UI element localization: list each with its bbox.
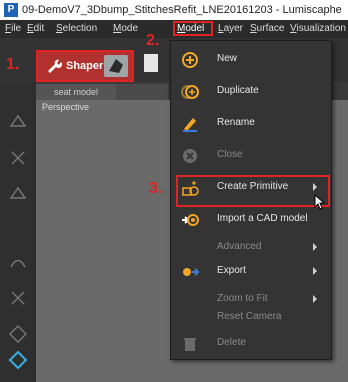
app-logo-icon: P <box>4 3 18 17</box>
viewport-label: Perspective <box>42 102 90 112</box>
menu-mode[interactable]: Mode <box>113 23 138 34</box>
menu-item-reset-camera[interactable]: Reset Camera <box>171 305 331 329</box>
tool-6-icon[interactable] <box>8 324 28 344</box>
cube-button[interactable] <box>104 55 128 77</box>
page-icon[interactable] <box>144 54 158 72</box>
menu-item-duplicate[interactable]: Duplicate <box>171 79 331 103</box>
tool-5-icon[interactable] <box>8 288 28 308</box>
shaper-button[interactable]: Shaper <box>36 50 134 82</box>
step-3-label: 3. <box>149 180 163 197</box>
close-circle-icon <box>183 149 197 163</box>
step-2-label: 2. <box>146 32 160 49</box>
export-icon <box>183 268 199 276</box>
menu-item-export[interactable]: Export <box>171 259 331 283</box>
menu-item-import-cad[interactable]: Import a CAD model <box>171 207 331 231</box>
left-toolbar <box>0 82 36 382</box>
menu-layer[interactable]: Layer <box>218 23 243 34</box>
submenu-arrow-icon <box>313 295 317 303</box>
cube-icon <box>109 59 123 73</box>
window-titlebar: P 09-DemoV7_3Dbump_StitchesRefit_LNE2016… <box>0 0 348 20</box>
menu-visualization[interactable]: Visualization <box>290 23 346 34</box>
submenu-arrow-icon <box>313 267 317 275</box>
step-1-label: 1. <box>6 56 20 73</box>
submenu-arrow-icon <box>313 243 317 251</box>
menu-item-advanced[interactable]: Advanced <box>171 235 331 259</box>
menu-file[interactable]: File <box>5 23 21 34</box>
mouse-cursor-icon <box>314 194 326 210</box>
shaper-label: Shaper <box>66 60 104 72</box>
tool-3-icon[interactable] <box>8 184 28 204</box>
tool-4-icon[interactable] <box>8 252 28 272</box>
duplicate-icon <box>181 85 199 99</box>
tool-active-icon[interactable] <box>8 350 28 370</box>
menu-surface[interactable]: Surface <box>250 23 284 34</box>
import-icon <box>182 214 199 226</box>
menu-item-delete[interactable]: Delete <box>171 331 331 355</box>
tool-2-icon[interactable] <box>8 148 28 168</box>
menu-selection[interactable]: Selection <box>56 23 97 34</box>
menu-item-rename[interactable]: Rename <box>171 111 331 135</box>
menu-item-new[interactable]: New <box>171 47 331 71</box>
tab-seat-model[interactable]: seat model <box>36 84 116 100</box>
menu-item-close[interactable]: Close <box>171 143 331 167</box>
tool-1-icon[interactable] <box>8 112 28 132</box>
model-menu-highlight <box>173 21 213 36</box>
rename-icon <box>183 118 197 132</box>
import-cad-highlight <box>176 175 330 207</box>
trash-icon <box>184 338 196 351</box>
plus-circle-icon <box>182 52 198 68</box>
window-title: 09-DemoV7_3Dbump_StitchesRefit_LNE201612… <box>22 4 342 16</box>
menu-edit[interactable]: Edit <box>27 23 44 34</box>
wrench-icon <box>48 59 62 73</box>
